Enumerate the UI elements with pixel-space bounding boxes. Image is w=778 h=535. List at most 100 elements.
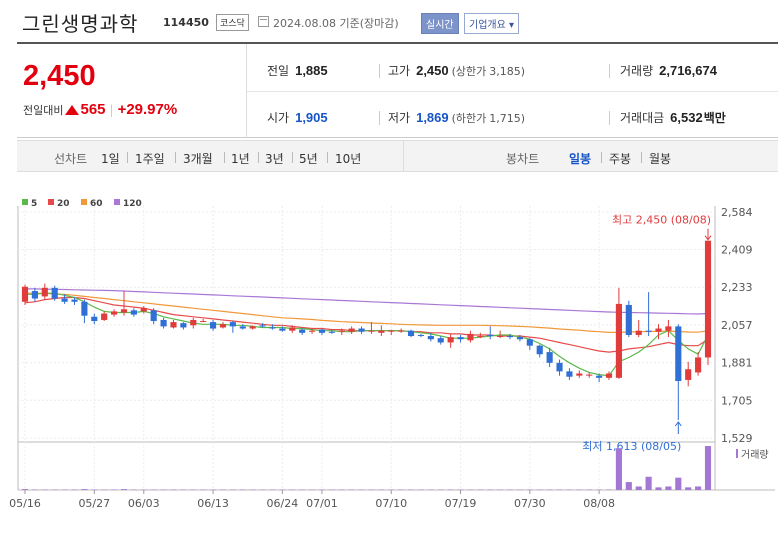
- base-date: 2024.08.08 기준(장마감): [273, 17, 399, 30]
- volume-bar: [200, 489, 207, 491]
- volume-bar: [586, 489, 593, 491]
- candlestick-chart-svg[interactable]: 2,584 2,409 2,233 2,057 1,881 1,705 1,529 05/16…: [0, 190, 778, 535]
- candle-body: [556, 362, 563, 372]
- candle-body: [427, 336, 434, 340]
- stock-name: 그린생명과학: [22, 12, 139, 36]
- volume-bar: [299, 489, 306, 491]
- y-tick-label: 1,705: [721, 394, 753, 407]
- candle-body: [665, 326, 672, 331]
- open-stat: 시가 1,905: [267, 109, 328, 126]
- candle-body: [407, 330, 415, 337]
- company-info-label: 기업개요: [469, 20, 506, 31]
- period-1w[interactable]: 1주일: [135, 150, 165, 167]
- candle-body: [190, 319, 197, 326]
- candle-body: [675, 326, 682, 382]
- legend-label: 60: [90, 199, 103, 209]
- volume-value: 2,716,674: [659, 63, 717, 78]
- candle-body: [536, 345, 543, 355]
- volume-label: 거래량: [741, 449, 769, 461]
- high-label: 고가: [388, 64, 411, 78]
- low-value: 1,869: [416, 110, 449, 125]
- x-tick-label: 05/27: [78, 497, 110, 510]
- period-1y[interactable]: 1년: [231, 150, 250, 167]
- volume-bar: [130, 489, 137, 491]
- amount-unit: 백만: [703, 111, 726, 125]
- period-1d[interactable]: 1일: [101, 150, 120, 167]
- x-tick-label: 06/03: [128, 497, 160, 510]
- candle-chart-label: 봉차트: [506, 152, 540, 166]
- candle-body: [210, 322, 217, 329]
- volume-bar: [249, 489, 256, 491]
- volume-bar: [170, 489, 177, 491]
- divider: [609, 111, 610, 125]
- stock-chart[interactable]: 2,584 2,409 2,233 2,057 1,881 1,705 1,529 05/16…: [0, 190, 778, 535]
- volume-bar: [556, 489, 563, 491]
- volume-bar: [615, 448, 622, 490]
- candle-body: [130, 310, 137, 315]
- open-value: 1,905: [295, 110, 328, 125]
- candle-monthly[interactable]: 월봉: [649, 150, 671, 167]
- legend-swatch: [114, 199, 120, 205]
- volume-bar: [497, 489, 504, 491]
- candle-body: [546, 352, 553, 363]
- period-3m[interactable]: 3개월: [183, 150, 213, 167]
- volume-bar: [180, 489, 187, 491]
- x-tick-label: 05/16: [9, 497, 41, 510]
- calendar-icon: [258, 16, 269, 27]
- period-10y[interactable]: 10년: [335, 150, 361, 167]
- low-label: 저가: [388, 111, 411, 125]
- market-badge: 코스닥: [216, 14, 249, 31]
- candle-weekly[interactable]: 주봉: [609, 150, 631, 167]
- divider: [609, 64, 610, 78]
- volume-bar: [111, 489, 118, 491]
- legend-swatch: [22, 199, 28, 205]
- volume-bar: [427, 489, 434, 491]
- candle-body: [497, 336, 504, 338]
- upper-limit-label: (상한가: [451, 65, 487, 78]
- legend-label: 5: [31, 199, 37, 209]
- ma5-line: [25, 292, 709, 377]
- volume-bar: [160, 489, 167, 491]
- company-info-button[interactable]: 기업개요 ▾: [464, 13, 520, 34]
- y-tick-label: 2,584: [721, 206, 753, 219]
- volume-bar: [338, 489, 345, 491]
- candle-body: [704, 240, 712, 358]
- volume-bar: [308, 489, 316, 491]
- candle-body: [457, 337, 464, 340]
- period-5y[interactable]: 5년: [299, 150, 318, 167]
- x-tick-label: 06/13: [197, 497, 229, 510]
- period-3y[interactable]: 3년: [265, 150, 284, 167]
- candle-body: [447, 337, 454, 343]
- volume-bar: [71, 489, 78, 491]
- volume-bar: [81, 489, 88, 490]
- prev-close-label: 전일: [267, 64, 290, 78]
- y-tick-label: 2,233: [721, 281, 753, 294]
- volume-bar: [685, 487, 692, 490]
- amount-stat: 거래대금 6,532백만: [620, 109, 726, 126]
- volume-bar: [328, 489, 335, 491]
- x-tick-label: 07/19: [445, 497, 477, 510]
- candle-body: [140, 308, 147, 312]
- volume-bar: [239, 489, 246, 491]
- candle-body: [615, 303, 622, 378]
- realtime-button[interactable]: 실시간: [421, 13, 459, 34]
- dropdown-arrow-icon: ▾: [505, 20, 515, 31]
- candle-body: [308, 330, 316, 332]
- low-stat: 저가 1,869 (하한가 1,715): [388, 109, 525, 126]
- candle-body: [625, 304, 632, 335]
- volume-bar: [358, 489, 365, 491]
- x-tick-label: 07/30: [514, 497, 546, 510]
- legend-swatch: [48, 199, 54, 205]
- stock-header: 그린생명과학 114450 코스닥 2024.08.08 기준(장마감) 실시간…: [0, 0, 778, 42]
- high-annotation: 최고 2,450 (08/08): [612, 214, 711, 227]
- x-tick-label: 08/08: [583, 497, 615, 510]
- candle-body: [170, 322, 177, 328]
- candle-body: [655, 328, 662, 332]
- candle-body: [358, 328, 365, 332]
- volume-bar: [417, 489, 425, 491]
- candle-daily[interactable]: 일봉: [569, 150, 591, 167]
- up-arrow-icon: [65, 105, 80, 115]
- candle-body: [91, 316, 98, 322]
- volume-bar: [229, 489, 236, 491]
- candle-body: [299, 329, 306, 333]
